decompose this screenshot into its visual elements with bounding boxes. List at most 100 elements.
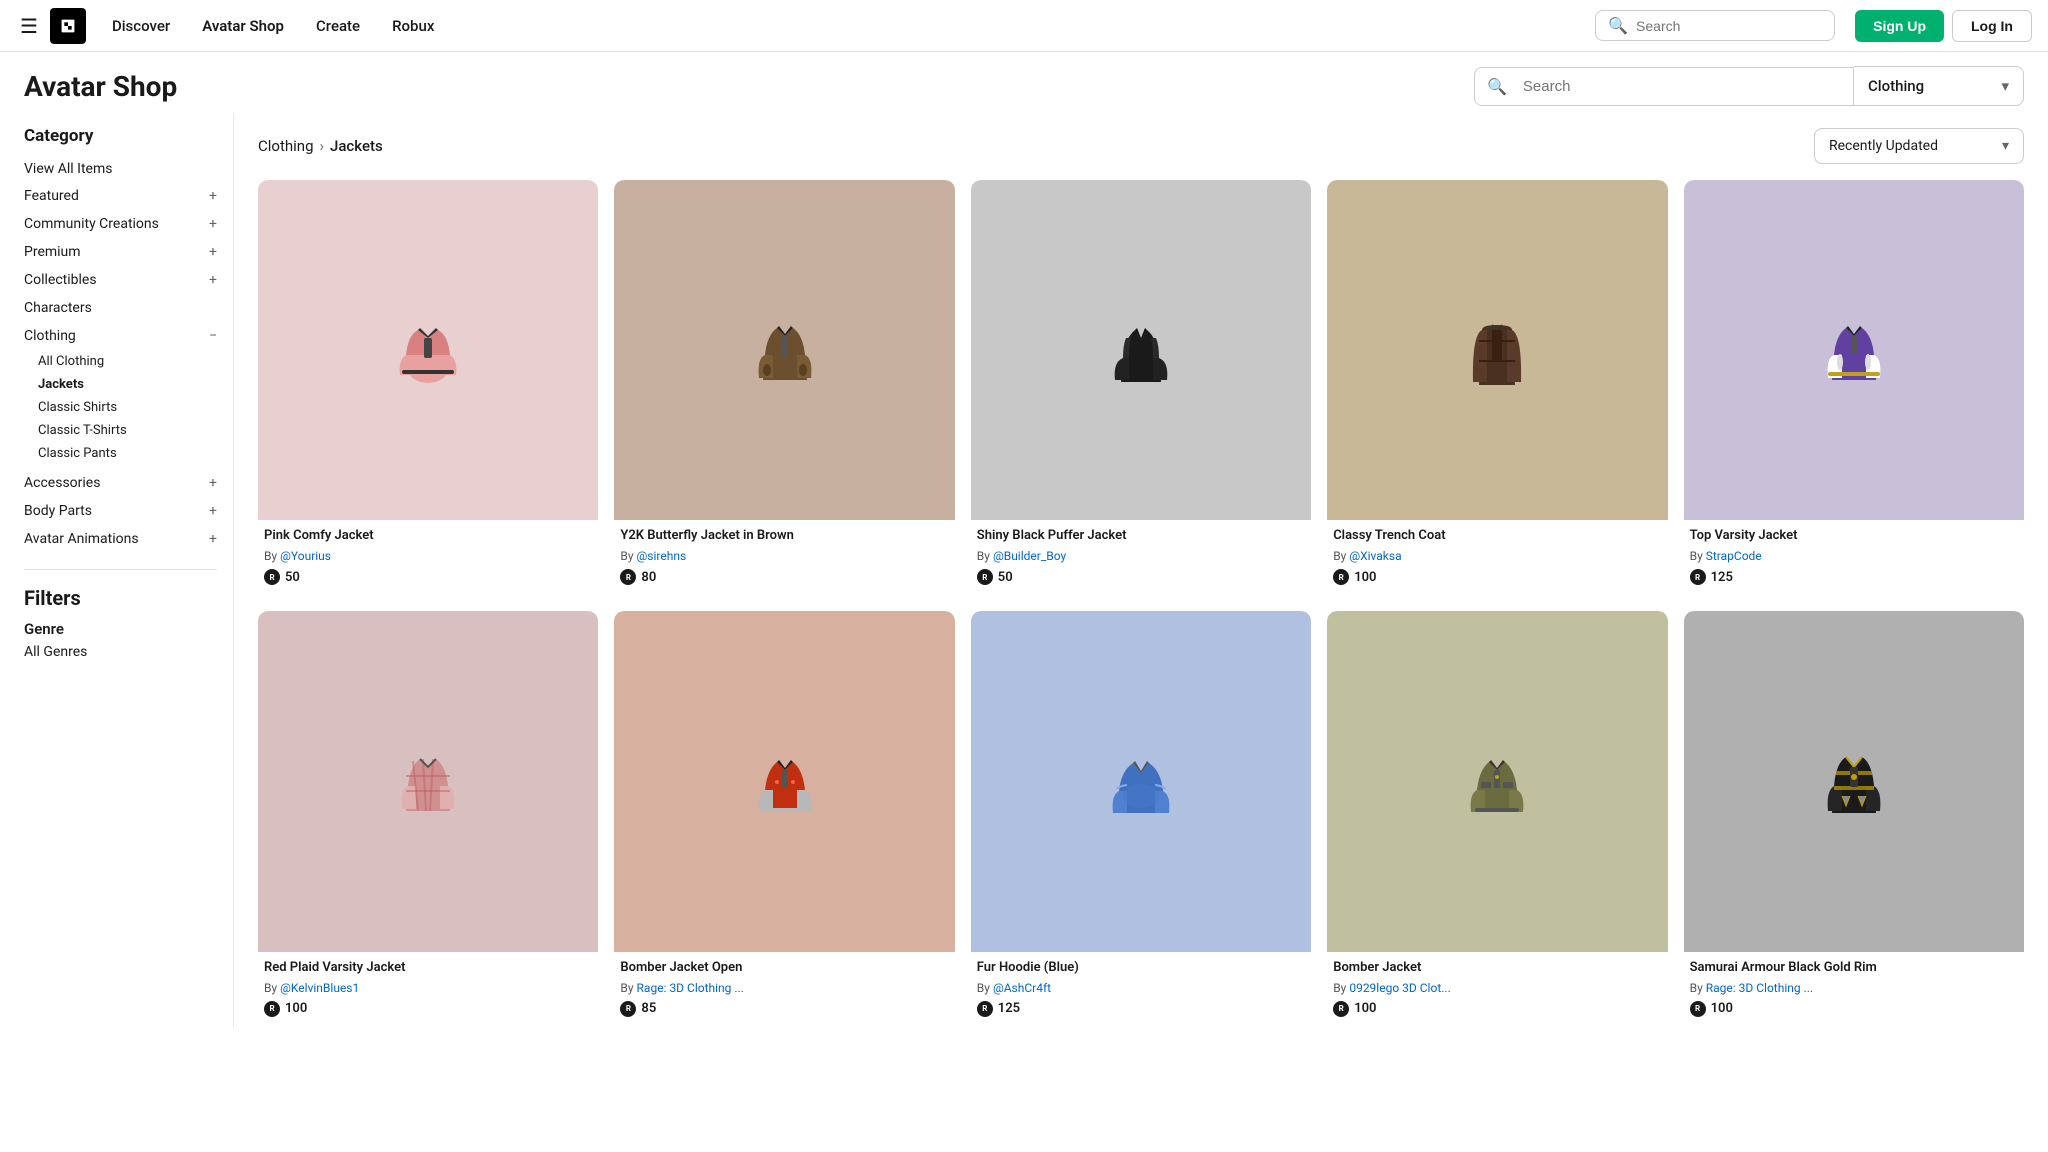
topnav-links: Discover Avatar Shop Create Robux	[98, 11, 448, 41]
item-name: Shiny Black Puffer Jacket	[977, 528, 1305, 545]
shop-search-input[interactable]	[1519, 68, 1853, 105]
topnav-search-icon: 🔍	[1608, 16, 1628, 35]
filters-title: Filters	[24, 586, 217, 610]
genre-title: Genre	[24, 620, 217, 638]
sidebar-item-community[interactable]: Community Creations +	[24, 210, 217, 238]
item-thumbnail	[1684, 180, 2024, 520]
item-info: Fur Hoodie (Blue) By @AshCr4ft R 125	[971, 952, 1311, 1027]
category-title: Category	[24, 126, 217, 146]
price-value: 100	[1354, 570, 1376, 585]
sidebar-sub-all-clothing[interactable]: All Clothing	[38, 350, 217, 373]
robux-icon: R	[977, 1001, 993, 1017]
sort-label: Recently Updated	[1829, 138, 1938, 154]
sidebar-item-premium[interactable]: Premium +	[24, 238, 217, 266]
item-card[interactable]: Top Varsity Jacket By StrapCode R 125	[1684, 180, 2024, 595]
signup-button[interactable]: Sign Up	[1855, 10, 1944, 42]
price-value: 85	[641, 1001, 656, 1016]
price-value: 100	[1711, 1001, 1733, 1016]
breadcrumb: Clothing › Jackets	[258, 137, 383, 155]
item-card[interactable]: Shiny Black Puffer Jacket By @Builder_Bo…	[971, 180, 1311, 595]
category-dropdown[interactable]: Clothing ▾	[1854, 66, 2024, 106]
clothing-subnav: All Clothing Jackets Classic Shirts Clas…	[38, 350, 217, 465]
item-creator: By @Yourius	[264, 549, 592, 563]
topnav-search-input[interactable]	[1636, 18, 1822, 34]
price-value: 125	[1711, 570, 1733, 585]
item-creator: By @sirehns	[620, 549, 948, 563]
item-price: R 50	[977, 569, 1305, 585]
sidebar-sub-classic-tshirts[interactable]: Classic T-Shirts	[38, 419, 217, 442]
item-price: R 100	[1333, 1001, 1661, 1017]
item-name: Red Plaid Varsity Jacket	[264, 960, 592, 977]
item-thumbnail	[971, 611, 1311, 951]
item-thumbnail	[1327, 611, 1667, 951]
sort-chevron-icon: ▾	[2002, 138, 2009, 154]
item-info: Classy Trench Coat By @Xivaksa R 100	[1327, 520, 1667, 595]
main-layout: Category View All Items Featured + Commu…	[0, 114, 2048, 1027]
item-card[interactable]: Bomber Jacket By 0929lego 3D Clot... R 1…	[1327, 611, 1667, 1026]
item-creator: By @Xivaksa	[1333, 549, 1661, 563]
item-name: Pink Comfy Jacket	[264, 528, 592, 545]
expand-icon: +	[209, 216, 217, 232]
item-card[interactable]: Classy Trench Coat By @Xivaksa R 100	[1327, 180, 1667, 595]
sidebar-item-label: Premium	[24, 244, 81, 260]
sidebar-divider	[24, 569, 217, 570]
robux-icon: R	[620, 1001, 636, 1017]
sidebar-item-label: Avatar Animations	[24, 531, 139, 547]
sort-dropdown[interactable]: Recently Updated ▾	[1814, 128, 2024, 164]
roblox-logo[interactable]	[50, 8, 86, 44]
sidebar-item-clothing[interactable]: Clothing −	[24, 322, 217, 350]
item-card[interactable]: Pink Comfy Jacket By @Yourius R 50	[258, 180, 598, 595]
item-info: Samurai Armour Black Gold Rim By Rage: 3…	[1684, 952, 2024, 1027]
price-value: 100	[1354, 1001, 1376, 1016]
category-chevron-icon: ▾	[2001, 77, 2009, 95]
item-price: R 125	[977, 1001, 1305, 1017]
item-card[interactable]: Bomber Jacket Open By Rage: 3D Clothing …	[614, 611, 954, 1026]
item-name: Classy Trench Coat	[1333, 528, 1661, 545]
sidebar-item-characters[interactable]: Characters	[24, 294, 217, 322]
sidebar-item-featured[interactable]: Featured +	[24, 182, 217, 210]
item-card[interactable]: Fur Hoodie (Blue) By @AshCr4ft R 125	[971, 611, 1311, 1026]
login-button[interactable]: Log In	[1952, 10, 2032, 42]
item-price: R 50	[264, 569, 592, 585]
breadcrumb-current: Jackets	[330, 137, 383, 155]
sidebar-item-label: Clothing	[24, 328, 76, 344]
breadcrumb-separator: ›	[320, 137, 325, 155]
item-thumbnail	[1327, 180, 1667, 520]
sidebar-item-avatar-animations[interactable]: Avatar Animations +	[24, 525, 217, 553]
nav-robux[interactable]: Robux	[378, 11, 448, 41]
sidebar-item-accessories[interactable]: Accessories +	[24, 469, 217, 497]
expand-icon: +	[209, 531, 217, 547]
all-genres-item[interactable]: All Genres	[24, 644, 217, 660]
sidebar-view-all[interactable]: View All Items	[24, 156, 217, 182]
sidebar-sub-classic-pants[interactable]: Classic Pants	[38, 442, 217, 465]
robux-icon: R	[1690, 1001, 1706, 1017]
shop-search-icon: 🔍	[1475, 69, 1519, 104]
sidebar-item-body-parts[interactable]: Body Parts +	[24, 497, 217, 525]
price-value: 50	[998, 570, 1013, 585]
sidebar-item-collectibles[interactable]: Collectibles +	[24, 266, 217, 294]
item-name: Top Varsity Jacket	[1690, 528, 2018, 545]
robux-icon: R	[1333, 569, 1349, 585]
item-thumbnail	[614, 180, 954, 520]
hamburger-menu[interactable]: ☰	[16, 10, 42, 42]
sidebar-sub-jackets[interactable]: Jackets	[38, 373, 217, 396]
category-label: Clothing	[1868, 77, 1924, 95]
sidebar-sub-classic-shirts[interactable]: Classic Shirts	[38, 396, 217, 419]
robux-icon: R	[264, 1001, 280, 1017]
item-card[interactable]: Y2K Butterfly Jacket in Brown By @sirehn…	[614, 180, 954, 595]
sidebar-item-label: Body Parts	[24, 503, 92, 519]
nav-discover[interactable]: Discover	[98, 11, 184, 41]
price-value: 100	[285, 1001, 307, 1016]
item-card[interactable]: Red Plaid Varsity Jacket By @KelvinBlues…	[258, 611, 598, 1026]
shop-search-container: 🔍 Clothing ▾	[1474, 66, 2024, 106]
item-info: Bomber Jacket Open By Rage: 3D Clothing …	[614, 952, 954, 1027]
nav-avatar-shop[interactable]: Avatar Shop	[188, 11, 298, 41]
item-name: Fur Hoodie (Blue)	[977, 960, 1305, 977]
item-thumbnail	[971, 180, 1311, 520]
content-area: Clothing › Jackets Recently Updated ▾ Pi…	[234, 114, 2024, 1027]
item-price: R 125	[1690, 569, 2018, 585]
nav-create[interactable]: Create	[302, 11, 374, 41]
shop-search-bar: 🔍	[1474, 67, 1854, 106]
item-card[interactable]: Samurai Armour Black Gold Rim By Rage: 3…	[1684, 611, 2024, 1026]
breadcrumb-parent[interactable]: Clothing	[258, 137, 314, 155]
